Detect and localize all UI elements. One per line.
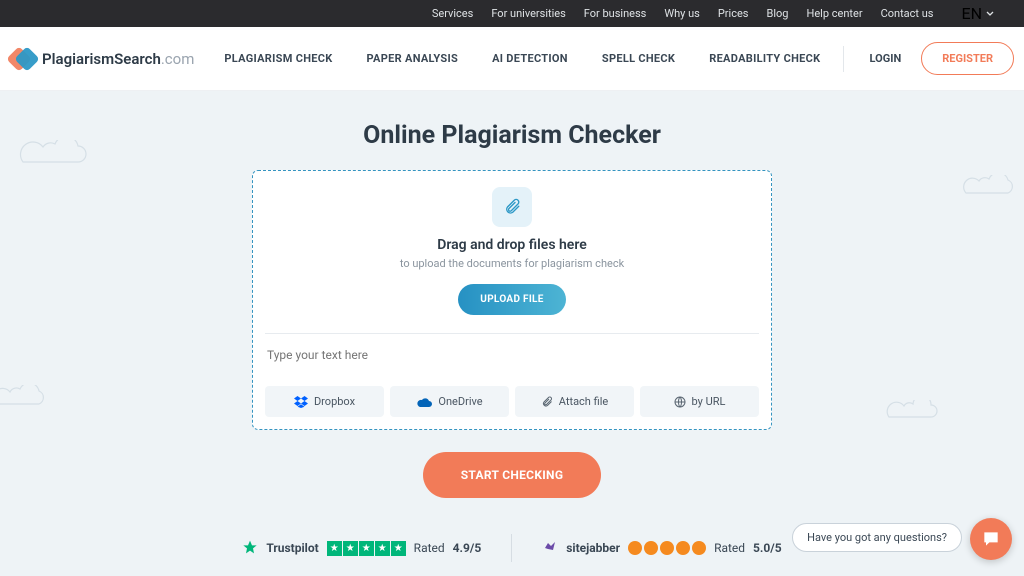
topnav-blog[interactable]: Blog bbox=[766, 7, 788, 20]
chat-icon bbox=[981, 529, 1001, 549]
sitejabber-score: 5.0/5 bbox=[753, 541, 782, 555]
trustpilot-score: 4.9/5 bbox=[453, 541, 482, 555]
main-nav: PLAGIARISM CHECK PAPER ANALYSIS AI DETEC… bbox=[224, 52, 820, 65]
dnd-title: Drag and drop files here bbox=[265, 237, 759, 253]
topnav-whyus[interactable]: Why us bbox=[664, 7, 700, 20]
rated-label: Rated bbox=[714, 541, 745, 555]
dnd-subtitle: to upload the documents for plagiarism c… bbox=[265, 257, 759, 270]
option-by-url[interactable]: by URL bbox=[640, 386, 759, 417]
upload-dropzone[interactable]: Drag and drop files here to upload the d… bbox=[252, 170, 772, 430]
upload-file-button[interactable]: UPLOAD FILE bbox=[458, 284, 565, 315]
main-header: PlagiarismSearch.com PLAGIARISM CHECK PA… bbox=[0, 27, 1024, 91]
paperclip-icon bbox=[492, 187, 532, 227]
sitejabber-review[interactable]: sitejabber Rated 5.0/5 bbox=[542, 540, 781, 556]
nav-plagiarism-check[interactable]: PLAGIARISM CHECK bbox=[224, 52, 332, 65]
option-onedrive[interactable]: OneDrive bbox=[390, 386, 509, 417]
paperclip-icon bbox=[541, 396, 553, 408]
sitejabber-icon bbox=[542, 540, 558, 556]
sitejabber-name: sitejabber bbox=[566, 541, 620, 555]
nav-readability-check[interactable]: READABILITY CHECK bbox=[709, 52, 820, 65]
upload-options: Dropbox OneDrive Attach file by URL bbox=[265, 386, 759, 417]
topnav-services[interactable]: Services bbox=[432, 7, 473, 20]
option-label: Dropbox bbox=[314, 395, 355, 408]
hero-section: Online Plagiarism Checker Drag and drop … bbox=[0, 91, 1024, 498]
onedrive-icon bbox=[416, 397, 432, 407]
text-input[interactable] bbox=[265, 344, 759, 370]
sitejabber-stars bbox=[628, 541, 706, 555]
chat-button[interactable] bbox=[970, 518, 1012, 560]
option-dropbox[interactable]: Dropbox bbox=[265, 386, 384, 417]
chevron-down-icon bbox=[986, 11, 994, 16]
dropbox-icon bbox=[294, 396, 308, 408]
nav-paper-analysis[interactable]: PAPER ANALYSIS bbox=[367, 52, 459, 65]
top-nav: Services For universities For business W… bbox=[0, 0, 1024, 27]
topnav-business[interactable]: For business bbox=[584, 7, 647, 20]
register-button[interactable]: REGISTER bbox=[921, 42, 1014, 75]
topnav-prices[interactable]: Prices bbox=[718, 7, 749, 20]
option-label: Attach file bbox=[559, 395, 608, 408]
topnav-help[interactable]: Help center bbox=[806, 7, 862, 20]
login-button[interactable]: LOGIN bbox=[870, 52, 902, 65]
option-label: OneDrive bbox=[438, 395, 482, 408]
option-attach-file[interactable]: Attach file bbox=[515, 386, 634, 417]
page-title: Online Plagiarism Checker bbox=[0, 121, 1024, 150]
divider bbox=[843, 46, 844, 72]
nav-spell-check[interactable]: SPELL CHECK bbox=[602, 52, 675, 65]
trustpilot-review[interactable]: Trustpilot ★★★★★ Rated 4.9/5 bbox=[242, 540, 481, 556]
start-checking-button[interactable]: START CHECKING bbox=[423, 452, 602, 498]
divider bbox=[511, 534, 512, 562]
nav-ai-detection[interactable]: AI DETECTION bbox=[492, 52, 568, 65]
chat-prompt[interactable]: Have you got any questions? bbox=[792, 523, 962, 552]
trustpilot-name: Trustpilot bbox=[266, 541, 318, 555]
logo-text: PlagiarismSearch.com bbox=[42, 50, 194, 68]
logo[interactable]: PlagiarismSearch.com bbox=[10, 46, 194, 72]
auth-section: LOGIN REGISTER bbox=[843, 42, 1014, 75]
divider bbox=[265, 333, 759, 334]
logo-icon bbox=[10, 46, 36, 72]
globe-icon bbox=[674, 396, 686, 408]
language-selector[interactable]: EN bbox=[961, 4, 994, 23]
trustpilot-stars: ★★★★★ bbox=[327, 541, 406, 556]
option-label: by URL bbox=[692, 395, 726, 408]
language-label: EN bbox=[961, 4, 982, 23]
topnav-universities[interactable]: For universities bbox=[491, 7, 565, 20]
trustpilot-star-icon bbox=[242, 540, 258, 556]
topnav-contact[interactable]: Contact us bbox=[881, 7, 934, 20]
rated-label: Rated bbox=[414, 541, 445, 555]
